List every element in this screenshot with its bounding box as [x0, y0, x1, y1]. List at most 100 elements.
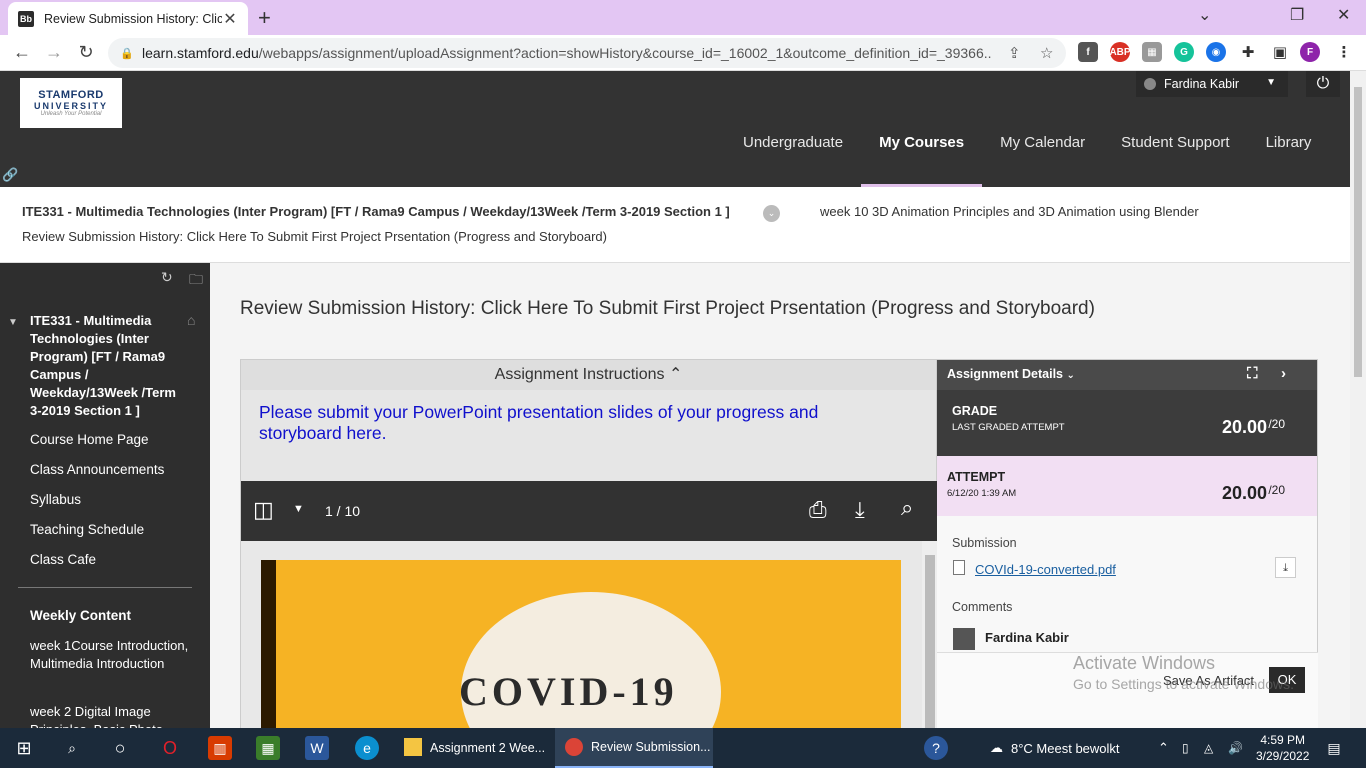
edge-icon[interactable]: e — [355, 736, 379, 760]
close-window-button[interactable]: ✕ — [1337, 5, 1350, 25]
folder-icon[interactable]: 🗀 — [189, 269, 203, 293]
extension-image-icon[interactable]: ▦ — [1142, 42, 1162, 62]
new-tab-button[interactable]: + — [258, 5, 271, 31]
print-icon[interactable]: ⎙ — [809, 497, 827, 523]
extension-blue-icon[interactable]: ◉ — [1206, 42, 1226, 62]
word-icon[interactable]: W — [305, 736, 329, 760]
grammarly-icon[interactable]: G — [1174, 42, 1194, 62]
windows-start-icon[interactable]: ⊞ — [12, 736, 36, 760]
notifications-icon[interactable]: ▤ — [1322, 736, 1346, 760]
menu-class-announcements[interactable]: Class Announcements — [30, 462, 164, 477]
extensions-puzzle-icon[interactable]: ✚ — [1238, 42, 1258, 62]
chrome-icon — [565, 738, 583, 756]
menu-course-home-page[interactable]: Course Home Page — [30, 432, 149, 447]
breadcrumb-week[interactable]: week 10 3D Animation Principles and 3D A… — [820, 204, 1199, 219]
nav-my-courses[interactable]: My Courses — [861, 134, 983, 187]
pdf-scroll-thumb[interactable] — [925, 555, 935, 728]
office-icon[interactable]: ▥ — [208, 736, 232, 760]
breadcrumb-course[interactable]: ITE331 - Multimedia Technologies (Inter … — [22, 204, 730, 219]
slide-accent-bar — [261, 560, 276, 728]
close-tab-icon[interactable]: ✕ — [222, 9, 238, 29]
tray-chevron-up-icon[interactable]: ⌃ — [1158, 728, 1169, 768]
download-icon[interactable]: ⤓ — [855, 497, 865, 523]
link-icon[interactable]: 🔗 — [2, 167, 18, 183]
extension-f-icon[interactable]: f — [1078, 42, 1098, 62]
page-scroll-thumb[interactable] — [1354, 87, 1362, 377]
opera-icon[interactable]: O — [158, 736, 182, 760]
logout-power-icon[interactable]: ⏻ — [1306, 71, 1340, 97]
user-name: Fardina Kabir — [1164, 77, 1240, 91]
restore-window-button[interactable]: ❐ — [1290, 5, 1304, 25]
menu-teaching-schedule[interactable]: Teaching Schedule — [30, 522, 144, 537]
forward-button[interactable]: → — [38, 42, 70, 63]
attempt-max: /20 — [1268, 483, 1285, 497]
activate-windows-text: Go to Settings to activate Windows. — [1073, 676, 1294, 692]
reload-button[interactable]: ↻ — [70, 42, 102, 63]
menu-week-2[interactable]: week 2 Digital Image Principles, Basic P… — [30, 703, 190, 728]
menu-week-1[interactable]: week 1Course Introduction, Multimedia In… — [30, 637, 190, 673]
adblock-icon[interactable]: ABP — [1109, 42, 1131, 62]
profile-avatar[interactable]: F — [1300, 42, 1320, 62]
search-icon[interactable]: ⌕ — [60, 736, 84, 760]
page-scrollbar[interactable] — [1350, 71, 1366, 728]
system-clock[interactable]: 4:59 PM 3/29/2022 — [1256, 732, 1309, 764]
pdf-scrollbar[interactable] — [922, 541, 938, 728]
instructions-toggle[interactable]: Assignment Instructions ⌃ — [241, 360, 936, 390]
assignment-details-title: Assignment Details — [947, 367, 1064, 381]
nav-student-support[interactable]: Student Support — [1103, 134, 1247, 187]
logo-tagline: Unleash Your Potential — [40, 111, 102, 117]
tray-device-icon[interactable]: ▯ — [1182, 728, 1189, 768]
spreadsheet-app-icon[interactable]: ▦ — [256, 736, 280, 760]
submission-label: Submission — [952, 536, 1017, 550]
sidebar-toggle-icon[interactable]: ◫ — [253, 497, 274, 523]
comments-label: Comments — [952, 600, 1013, 614]
nav-library[interactable]: Library — [1248, 134, 1330, 187]
taskbar-app-file-explorer[interactable]: Assignment 2 Wee... — [394, 728, 550, 768]
weather-widget[interactable]: ☁ 8°C Meest bewolkt — [990, 728, 1120, 768]
submission-file-link[interactable]: COVId-19-converted.pdf — [975, 562, 1116, 577]
user-menu[interactable]: Fardina Kabir ▼ — [1136, 71, 1288, 97]
taskbar-app-chrome[interactable]: Review Submission... — [555, 728, 713, 768]
dropdown-caret-icon[interactable]: ▼ — [293, 503, 304, 515]
share-icon[interactable]: ⇪ — [1008, 44, 1021, 62]
pdf-slide: COVID-19 — [261, 560, 901, 728]
activate-windows-title: Activate Windows — [1073, 653, 1216, 673]
user-icon — [1144, 78, 1156, 90]
volume-icon[interactable]: 🔊 — [1228, 728, 1243, 768]
expand-icon[interactable]: ⛶ — [1247, 360, 1258, 388]
file-icon — [953, 560, 965, 575]
commenter-name: Fardina Kabir — [985, 630, 1069, 645]
course-title[interactable]: ITE331 - Multimedia Technologies (Inter … — [30, 312, 190, 420]
menu-class-cafe[interactable]: Class Cafe — [30, 552, 96, 567]
network-icon[interactable]: ◬ — [1204, 728, 1213, 768]
tab-search-icon[interactable]: ⌄ — [1198, 5, 1211, 25]
caret-down-icon: ▼ — [1266, 77, 1276, 88]
nav-my-calendar[interactable]: My Calendar — [982, 134, 1103, 187]
nav-undergraduate[interactable]: Undergraduate — [725, 134, 861, 187]
side-panel-icon[interactable]: ▣ — [1270, 42, 1290, 62]
attempt-box[interactable]: ATTEMPT 6/12/20 1:39 AM 20.00 /20 — [937, 456, 1317, 516]
menu-syllabus[interactable]: Syllabus — [30, 492, 81, 507]
pdf-viewer[interactable]: COVID-19 — [241, 541, 938, 728]
clock-time: 4:59 PM — [1260, 733, 1306, 747]
stamford-logo[interactable]: STAMFORD UNIVERSITY Unleash Your Potenti… — [20, 78, 122, 128]
collapse-triangle-icon[interactable]: ▼ — [8, 317, 18, 328]
search-icon[interactable]: ⌕ — [901, 495, 913, 521]
grade-label: GRADE — [952, 404, 998, 418]
address-bar[interactable]: 🔒 learn.stamford.edu/webapps/assignment/… — [108, 38, 1066, 68]
breadcrumb-expand-icon[interactable]: ⌄ — [763, 205, 780, 222]
cortana-icon[interactable]: ○ — [108, 736, 132, 760]
chevron-down-icon: ⌄ — [1066, 370, 1075, 381]
assignment-details-header[interactable]: Assignment Details ⌄ ⛶ › — [937, 360, 1317, 390]
back-button[interactable]: ← — [6, 42, 38, 63]
home-icon[interactable]: ⌂ — [187, 312, 195, 328]
help-icon[interactable]: ? — [924, 736, 948, 760]
download-file-button[interactable]: ⤓ — [1275, 557, 1296, 578]
refresh-icon[interactable]: ↻ — [161, 269, 173, 286]
browser-menu-icon[interactable]: ⋮ — [1334, 42, 1354, 62]
attempt-label: ATTEMPT — [947, 470, 1006, 484]
browser-tab[interactable]: Bb Review Submission History: Click ✕ — [8, 2, 248, 35]
bookmark-star-icon[interactable]: ☆ — [1040, 44, 1053, 62]
chevron-right-icon[interactable]: › — [1281, 360, 1286, 388]
attempt-score: 20.00 — [1221, 483, 1267, 503]
